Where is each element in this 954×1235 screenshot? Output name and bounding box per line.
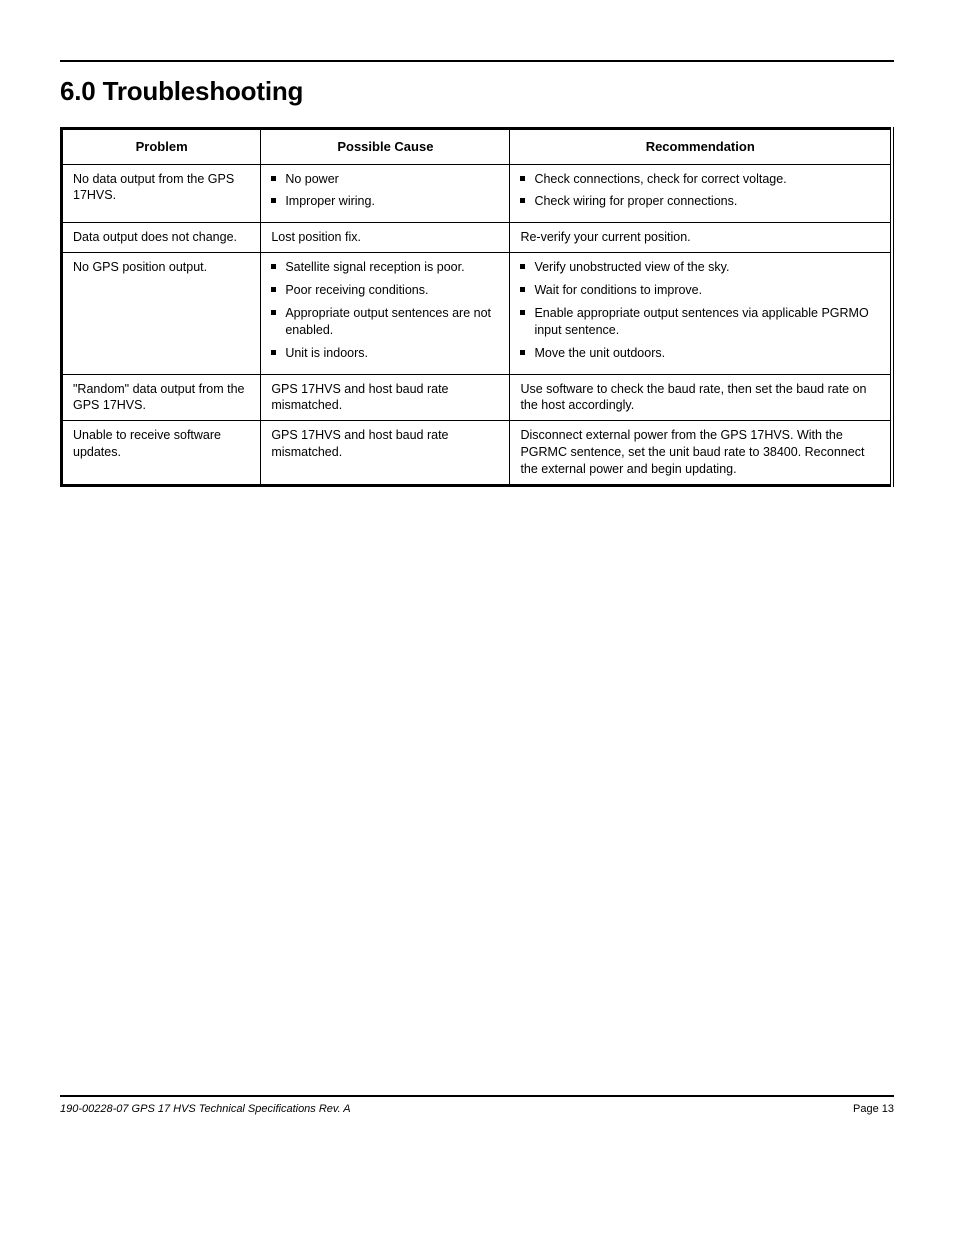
rec-cell: Re-verify your current position. [510, 223, 892, 253]
col-header-problem: Problem [62, 129, 261, 165]
list-item: Poor receiving conditions. [271, 282, 499, 299]
page-number: Page 13 [853, 1103, 894, 1115]
rec-cell: Disconnect external power from the GPS 1… [510, 421, 892, 486]
cause-cell: GPS 17HVS and host baud rate mismatched. [261, 374, 510, 421]
list-item: Satellite signal reception is poor. [271, 259, 499, 276]
col-header-cause: Possible Cause [261, 129, 510, 165]
rec-cell: Check connections, check for correct vol… [510, 164, 892, 223]
problem-cell: No GPS position output. [62, 253, 261, 374]
list-item: Move the unit outdoors. [520, 345, 880, 362]
list-item: Check wiring for proper connections. [520, 193, 880, 210]
list-item: Check connections, check for correct vol… [520, 171, 880, 188]
list-item: Improper wiring. [271, 193, 499, 210]
page-footer: 190-00228-07 GPS 17 HVS Technical Specif… [60, 1095, 894, 1115]
table-header-row: Problem Possible Cause Recommendation [62, 129, 893, 165]
problem-cell: "Random" data output from the GPS 17HVS. [62, 374, 261, 421]
table-row: No GPS position output. Satellite signal… [62, 253, 893, 374]
list-item: Appropriate output sentences are not ena… [271, 305, 499, 339]
col-header-rec: Recommendation [510, 129, 892, 165]
problem-cell: No data output from the GPS 17HVS. [62, 164, 261, 223]
rec-cell: Use software to check the baud rate, the… [510, 374, 892, 421]
cause-cell: No power Improper wiring. [261, 164, 510, 223]
list-item: Unit is indoors. [271, 345, 499, 362]
cause-cell: Satellite signal reception is poor. Poor… [261, 253, 510, 374]
table-row: "Random" data output from the GPS 17HVS.… [62, 374, 893, 421]
rec-cell: Verify unobstructed view of the sky. Wai… [510, 253, 892, 374]
section-title: 6.0 Troubleshooting [60, 76, 894, 107]
list-item: Wait for conditions to improve. [520, 282, 880, 299]
list-item: Enable appropriate output sentences via … [520, 305, 880, 339]
problem-cell: Data output does not change. [62, 223, 261, 253]
table-row: Unable to receive software updates. GPS … [62, 421, 893, 486]
cause-cell: Lost position fix. [261, 223, 510, 253]
table-row: Data output does not change. Lost positi… [62, 223, 893, 253]
list-item: Verify unobstructed view of the sky. [520, 259, 880, 276]
troubleshooting-table: Problem Possible Cause Recommendation No… [60, 127, 894, 487]
list-item: No power [271, 171, 499, 188]
problem-cell: Unable to receive software updates. [62, 421, 261, 486]
table-row: No data output from the GPS 17HVS. No po… [62, 164, 893, 223]
footer-info: 190-00228-07 GPS 17 HVS Technical Specif… [60, 1103, 351, 1115]
cause-cell: GPS 17HVS and host baud rate mismatched. [261, 421, 510, 486]
